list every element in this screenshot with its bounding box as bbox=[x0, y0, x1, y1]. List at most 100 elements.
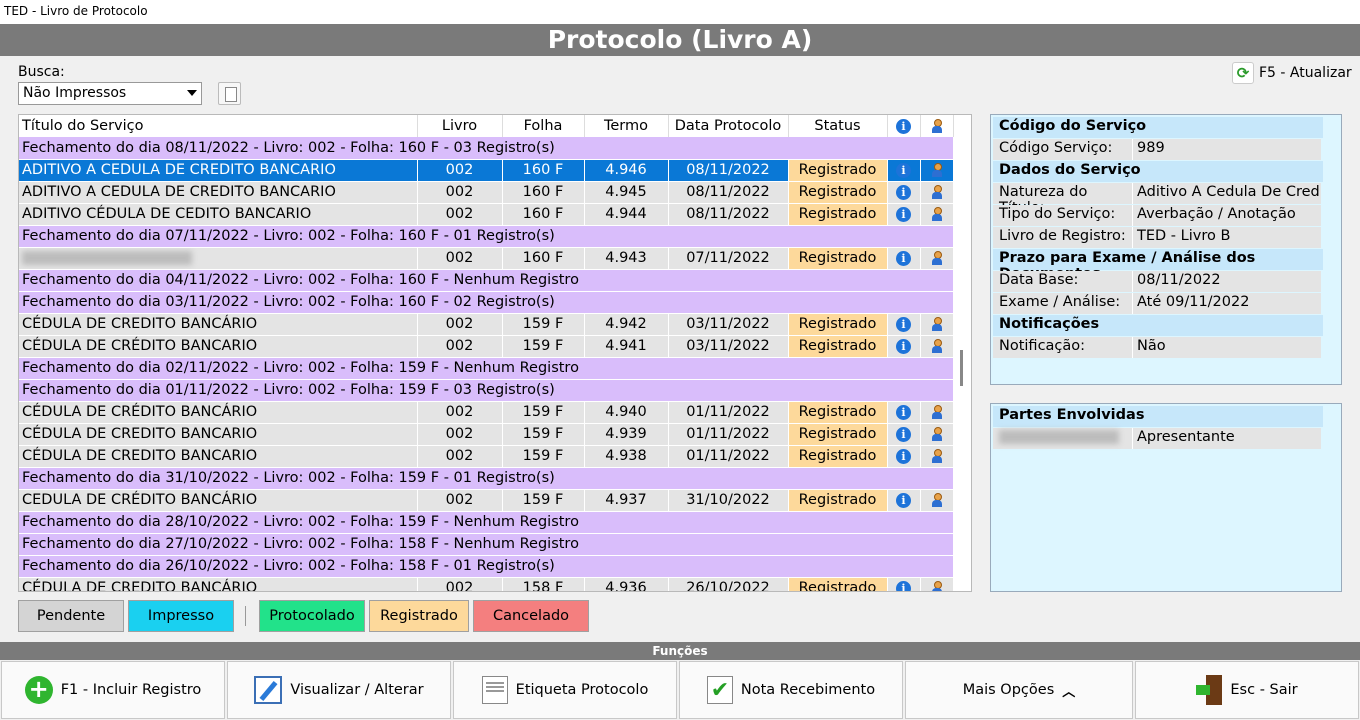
document-icon[interactable] bbox=[218, 82, 241, 105]
legend-pendente-button[interactable]: Pendente bbox=[18, 600, 124, 632]
info-icon[interactable]: i bbox=[896, 317, 911, 332]
table-row[interactable]: CÉDULA DE CREDITO BANCÁRIO 002 158 F 4.936 2… bbox=[19, 577, 954, 591]
legend-impresso-button[interactable]: Impresso bbox=[128, 600, 234, 632]
table-row[interactable]: CÉDULA DE CREDITO BANCARIO 002 159 F 4.939 0… bbox=[19, 423, 954, 446]
cell-info[interactable]: i bbox=[887, 247, 921, 270]
cell-partes[interactable] bbox=[920, 577, 954, 591]
tipo-label: Tipo do Serviço: bbox=[993, 205, 1133, 226]
group-row[interactable]: Fechamento do dia 08/11/2022 - Livro: 00… bbox=[19, 137, 953, 160]
cell-info[interactable]: i bbox=[887, 423, 921, 446]
col-folha[interactable]: Folha bbox=[502, 115, 585, 137]
table-row[interactable]: ADITIVO A CEDULA DE CREDITO BANCARIO 002 1… bbox=[19, 181, 954, 204]
person-icon[interactable] bbox=[931, 163, 942, 177]
group-row[interactable]: Fechamento do dia 27/10/2022 - Livro: 00… bbox=[19, 533, 953, 556]
parte-row[interactable]: Apresentante bbox=[993, 428, 1321, 449]
table-row[interactable]: CÉDULA DE CRÉDITO BANCÁRIO 002 159 F 4.940 0… bbox=[19, 401, 954, 424]
info-icon[interactable]: i bbox=[896, 185, 911, 200]
sair-button[interactable]: Esc - Sair bbox=[1135, 661, 1359, 719]
cell-info[interactable]: i bbox=[887, 445, 921, 468]
group-text: Fechamento do dia 01/11/2022 - Livro: 00… bbox=[19, 379, 953, 402]
group-row[interactable]: Fechamento do dia 02/11/2022 - Livro: 00… bbox=[19, 357, 953, 380]
table-row[interactable]: 002 160 F 4.943 07/11/2022 Registrado i bbox=[19, 247, 954, 270]
person-icon[interactable] bbox=[931, 185, 942, 199]
person-icon[interactable] bbox=[931, 427, 942, 441]
info-icon[interactable]: i bbox=[896, 207, 911, 222]
cell-info[interactable]: i bbox=[887, 203, 921, 226]
cell-partes[interactable] bbox=[920, 445, 954, 468]
refresh-button[interactable]: ⟳ F5 - Atualizar bbox=[1232, 62, 1352, 84]
cell-partes[interactable] bbox=[920, 203, 954, 226]
table-row[interactable]: CÉDULA DE CREDITO BANCÁRIO 002 159 F 4.942 0… bbox=[19, 313, 954, 336]
person-icon[interactable] bbox=[931, 405, 942, 419]
person-icon[interactable] bbox=[931, 317, 942, 331]
group-row[interactable]: Fechamento do dia 03/11/2022 - Livro: 00… bbox=[19, 291, 953, 314]
info-icon[interactable]: i bbox=[896, 427, 911, 442]
info-icon[interactable]: i bbox=[896, 163, 911, 178]
scrollbar-thumb[interactable] bbox=[960, 350, 963, 386]
incluir-registro-button[interactable]: + F1 - Incluir Registro bbox=[1, 661, 225, 719]
window-title: TED - Livro de Protocolo bbox=[0, 0, 1360, 24]
cell-partes[interactable] bbox=[920, 423, 954, 446]
tipo-value: Averbação / Anotação bbox=[1133, 205, 1321, 226]
cell-data: 08/11/2022 bbox=[668, 159, 789, 182]
cell-status: Registrado bbox=[788, 247, 888, 270]
table-row[interactable]: CÉDULA DE CREDITO BANCARIO 002 159 F 4.938 0… bbox=[19, 445, 954, 468]
visualizar-button[interactable]: Visualizar / Alterar bbox=[227, 661, 451, 719]
filter-select[interactable]: Não Impressos bbox=[18, 82, 202, 105]
cell-info[interactable]: i bbox=[887, 401, 921, 424]
cell-partes[interactable] bbox=[920, 401, 954, 424]
cell-partes[interactable] bbox=[920, 247, 954, 270]
table-row[interactable]: CÉDULA DE CRÉDITO BANCARIO 002 159 F 4.941 0… bbox=[19, 335, 954, 358]
table-row-selected[interactable]: ADITIVO A CEDULA DE CREDITO BANCARIO 002 1… bbox=[19, 159, 954, 182]
natureza-label: Natureza do Título: bbox=[993, 183, 1133, 216]
table-row[interactable]: CEDULA DE CRÉDITO BANCÁRIO 002 159 F 4.937 3… bbox=[19, 489, 954, 512]
cell-partes[interactable] bbox=[920, 159, 954, 182]
cell-titulo: CÉDULA DE CREDITO BANCARIO bbox=[19, 445, 418, 468]
cell-info[interactable]: i bbox=[887, 335, 921, 358]
legend-divider bbox=[245, 606, 246, 626]
person-icon[interactable] bbox=[931, 581, 942, 591]
legend-registrado-button[interactable]: Registrado bbox=[369, 600, 469, 632]
group-row[interactable]: Fechamento do dia 07/11/2022 - Livro: 00… bbox=[19, 225, 953, 248]
group-row[interactable]: Fechamento do dia 01/11/2022 - Livro: 00… bbox=[19, 379, 953, 402]
cell-partes[interactable] bbox=[920, 489, 954, 512]
group-row[interactable]: Fechamento do dia 31/10/2022 - Livro: 00… bbox=[19, 467, 953, 490]
person-icon[interactable] bbox=[931, 449, 942, 463]
person-icon[interactable] bbox=[931, 339, 942, 353]
cell-partes[interactable] bbox=[920, 313, 954, 336]
info-icon[interactable]: i bbox=[896, 449, 911, 464]
person-icon[interactable] bbox=[931, 251, 942, 265]
cell-info[interactable]: i bbox=[887, 313, 921, 336]
info-icon[interactable]: i bbox=[896, 251, 911, 266]
cell-titulo: CÉDULA DE CREDITO BANCARIO bbox=[19, 423, 418, 446]
nota-button[interactable]: ✔ Nota Recebimento bbox=[679, 661, 903, 719]
etiqueta-button[interactable]: Etiqueta Protocolo bbox=[453, 661, 677, 719]
database-label: Data Base: bbox=[993, 271, 1133, 292]
group-row[interactable]: Fechamento do dia 04/11/2022 - Livro: 00… bbox=[19, 269, 953, 292]
cell-info[interactable]: i bbox=[887, 577, 921, 591]
col-livro[interactable]: Livro bbox=[417, 115, 503, 137]
mais-opcoes-button[interactable]: Mais Opções ︿ bbox=[905, 661, 1133, 719]
info-icon[interactable]: i bbox=[896, 493, 911, 508]
table-row[interactable]: ADITIVO CÉDULA DE CEDITO BANCARIO 002 160 … bbox=[19, 203, 954, 226]
legend-protocolado-button[interactable]: Protocolado bbox=[259, 600, 365, 632]
cell-info[interactable]: i bbox=[887, 181, 921, 204]
group-row[interactable]: Fechamento do dia 26/10/2022 - Livro: 00… bbox=[19, 555, 953, 578]
info-icon[interactable]: i bbox=[896, 405, 911, 420]
col-status[interactable]: Status bbox=[788, 115, 888, 137]
cell-info[interactable]: i bbox=[887, 159, 921, 182]
cell-partes[interactable] bbox=[920, 181, 954, 204]
col-titulo[interactable]: Título do Serviço bbox=[19, 115, 418, 137]
group-row[interactable]: Fechamento do dia 28/10/2022 - Livro: 00… bbox=[19, 511, 953, 534]
person-icon[interactable] bbox=[931, 493, 942, 507]
cell-info[interactable]: i bbox=[887, 489, 921, 512]
cell-status: Registrado bbox=[788, 181, 888, 204]
person-icon[interactable] bbox=[931, 207, 942, 221]
col-termo[interactable]: Termo bbox=[584, 115, 669, 137]
info-icon[interactable]: i bbox=[896, 581, 911, 591]
legend-cancelado-button[interactable]: Cancelado bbox=[473, 600, 589, 632]
col-data[interactable]: Data Protocolo bbox=[668, 115, 789, 137]
cell-livro: 002 bbox=[417, 203, 503, 226]
cell-partes[interactable] bbox=[920, 335, 954, 358]
info-icon[interactable]: i bbox=[896, 339, 911, 354]
